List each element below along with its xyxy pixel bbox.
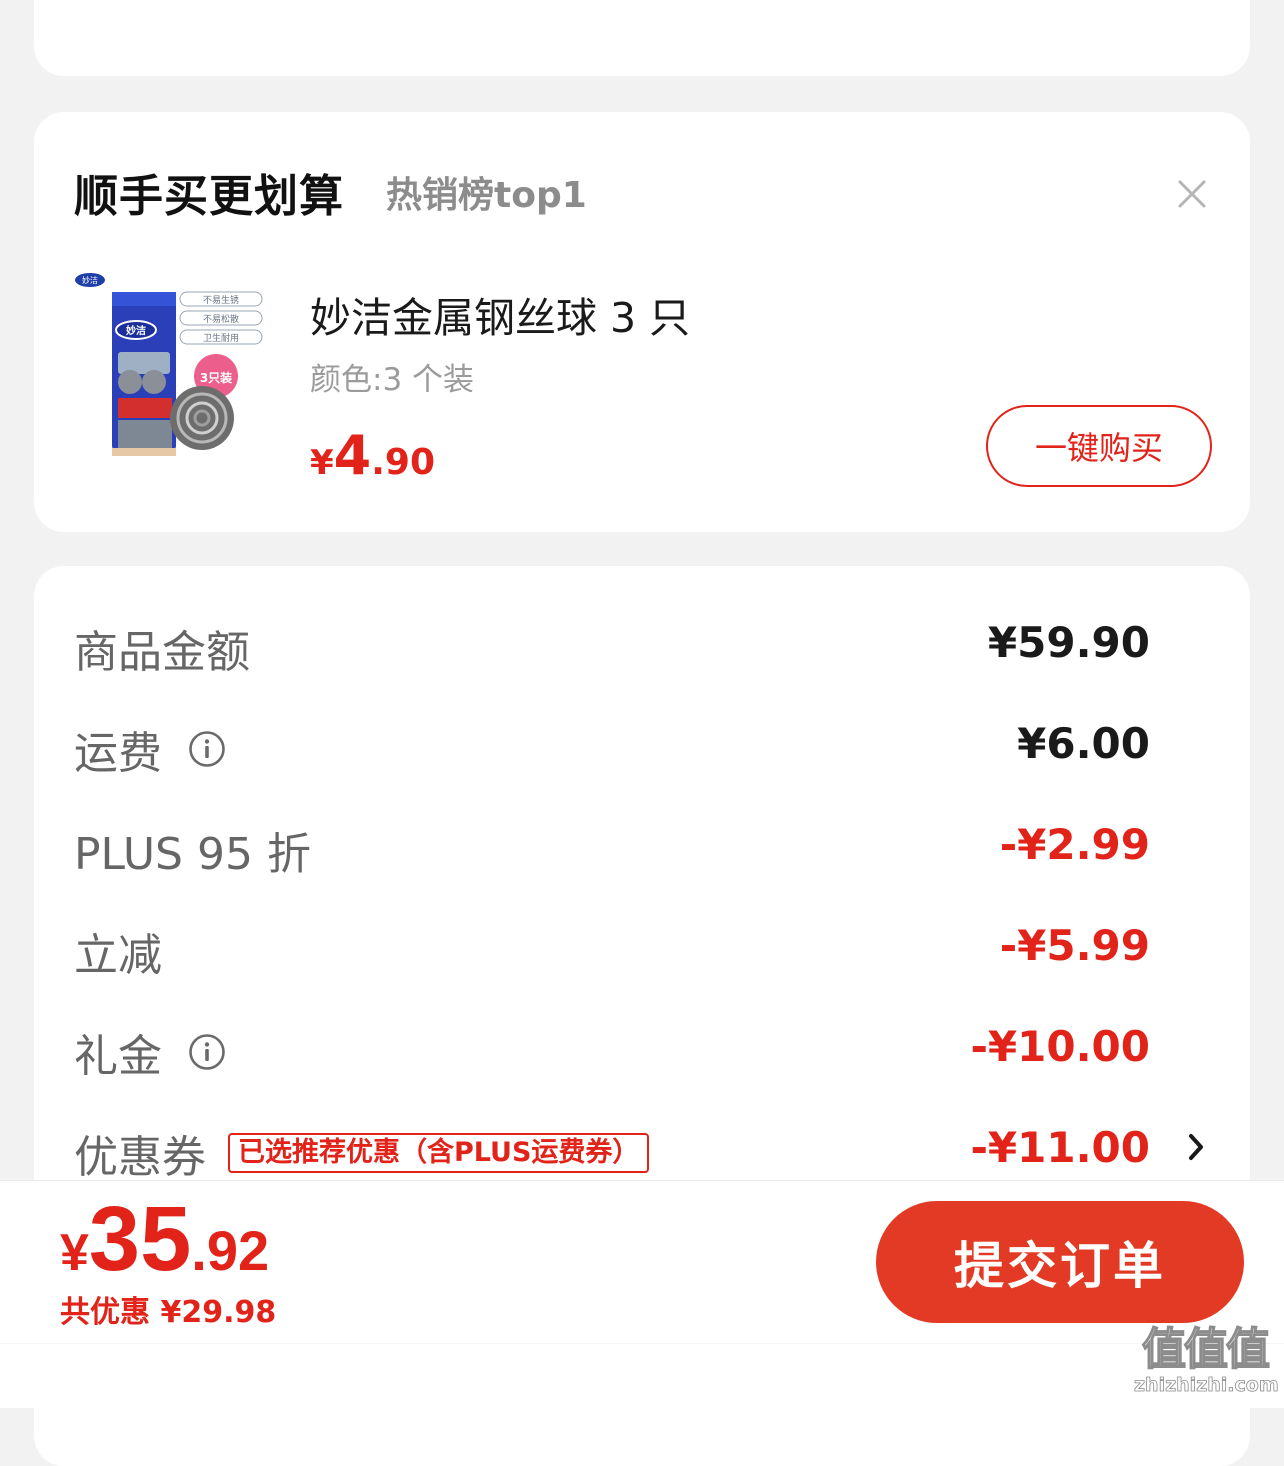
watermark-domain: zhizhizhi.com [1134,1374,1279,1397]
product-price: ¥4.90 [310,424,435,487]
addon-recommendation-card: 顺手买更划算 热销榜top1 妙洁 妙洁 不易生锈 不易松散 卫生耐用 3只装 [34,112,1250,532]
total-price-integer: 35 [88,1188,192,1290]
product-name[interactable]: 妙洁金属钢丝球 3 只 [310,284,690,344]
summary-row-shipping: 运费 ¥6.00 [74,703,1210,783]
summary-label-gift-money: 礼金 [74,1020,226,1084]
product-price-currency: ¥ [310,443,334,483]
total-price-decimal: .92 [191,1219,270,1282]
summary-row-gift-money: 礼金 -¥10.00 [74,1006,1210,1086]
close-icon[interactable] [1172,174,1212,214]
summary-value-subtotal: ¥59.90 [987,618,1150,667]
addon-title: 顺手买更划算 [74,171,344,222]
product-image-tag-2: 不易松散 [203,313,239,325]
total-price: ¥35.92 [60,1187,269,1292]
summary-value-shipping: ¥6.00 [1017,719,1150,768]
product-variant: 颜色:3 个装 [310,362,475,398]
watermark: 值值值 zhizhizhi.com [1134,1324,1279,1397]
summary-row-instant-discount: 立减 -¥5.99 [74,905,1210,985]
summary-row-coupon[interactable]: 优惠券 已选推荐优惠（含PLUS运费券） -¥11.00 [74,1107,1210,1187]
buy-now-button[interactable]: 一键购买 [986,405,1212,487]
product-image-logo-text: 妙洁 [82,275,98,285]
checkout-bar: ¥35.92 共优惠 ¥29.98 提交订单 [0,1180,1284,1408]
addon-subtitle: 热销榜top1 [386,175,587,216]
total-price-currency: ¥ [60,1224,89,1282]
total-savings: 共优惠 ¥29.98 [60,1295,277,1330]
summary-label-shipping: 运费 [74,717,226,781]
product-image-badge: 3只装 [200,370,232,385]
product-image-tag-3: 卫生耐用 [203,332,239,344]
summary-label-instant-discount: 立减 [74,930,162,981]
product-price-integer: 4 [333,424,372,487]
product-image[interactable]: 妙洁 妙洁 不易生锈 不易松散 卫生耐用 3只装 [74,272,270,462]
summary-value-instant-discount: -¥5.99 [999,921,1150,970]
bottom-divider [0,1343,1284,1344]
gift-money-info-icon[interactable] [188,1033,226,1071]
summary-label-coupon: 优惠券 已选推荐优惠（含PLUS运费券） [74,1121,650,1185]
chevron-right-icon[interactable] [1182,1129,1210,1165]
coupon-selected-tag[interactable]: 已选推荐优惠（含PLUS运费券） [228,1133,650,1173]
product-image-tag-1: 不易生锈 [203,294,239,306]
summary-label-subtotal: 商品金额 [74,627,250,678]
previous-section-card [34,0,1250,76]
summary-value-coupon: -¥11.00 [970,1123,1150,1172]
summary-row-plus-discount: PLUS 95 折 -¥2.99 [74,804,1210,884]
shipping-info-icon[interactable] [188,730,226,768]
summary-row-subtotal: 商品金额 ¥59.90 [74,602,1210,682]
summary-value-gift-money: -¥10.00 [970,1022,1150,1071]
summary-value-plus-discount: -¥2.99 [999,820,1150,869]
watermark-glyphs: 值值值 [1141,1324,1271,1375]
product-price-decimal: .90 [371,442,436,483]
submit-order-button[interactable]: 提交订单 [876,1201,1244,1323]
summary-label-plus-discount: PLUS 95 折 [74,829,311,880]
product-image-package-brand: 妙洁 [126,324,146,337]
